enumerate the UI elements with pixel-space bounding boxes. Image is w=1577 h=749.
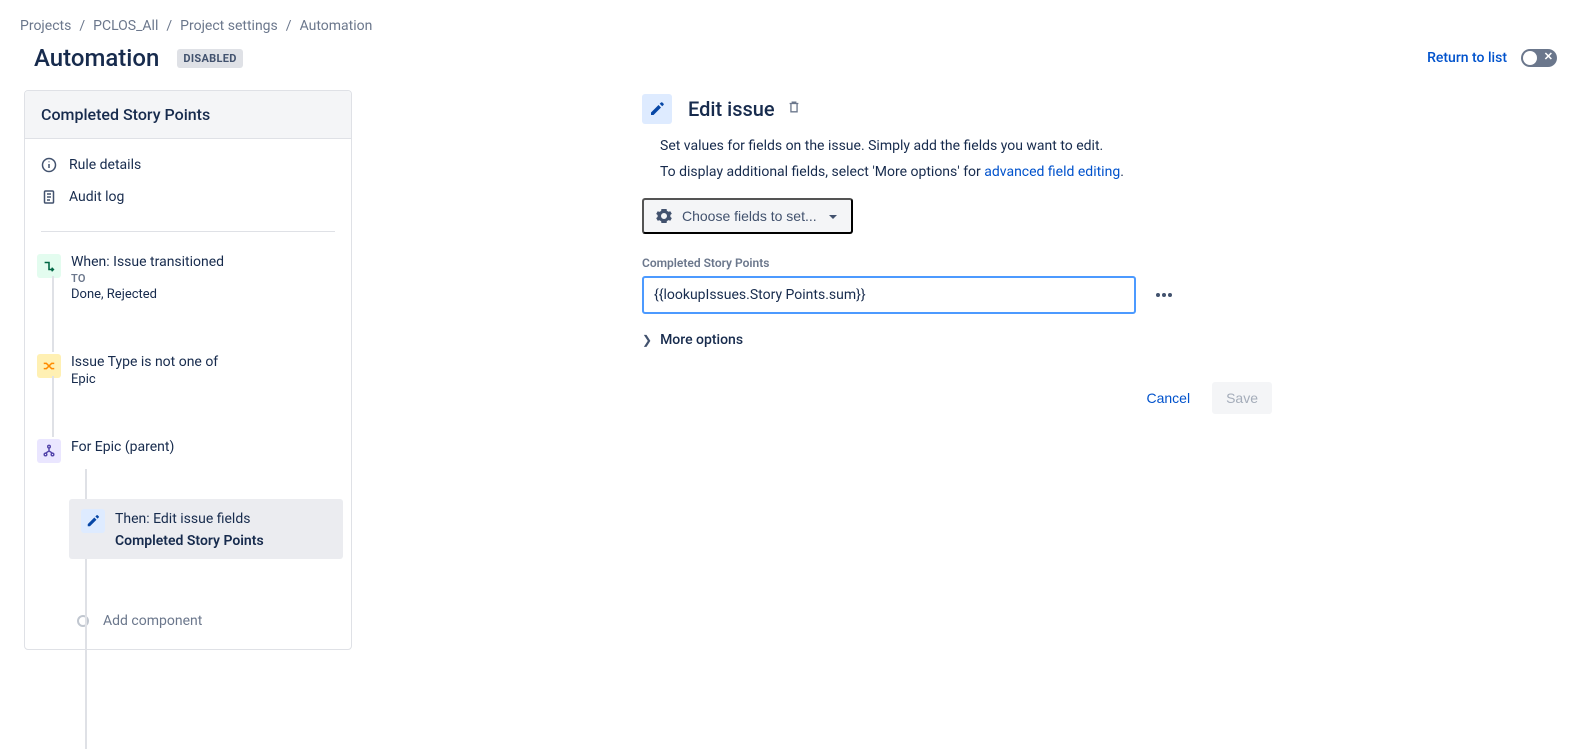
step-branch-title: For Epic (parent): [71, 439, 339, 455]
add-component-label: Add component: [103, 613, 202, 629]
component-detail-panel: Edit issue Set values for fields on the …: [642, 90, 1292, 414]
detail-description-1: Set values for fields on the issue. Simp…: [660, 138, 1292, 154]
field-completed-story-points: Completed Story Points: [642, 256, 1292, 314]
step-trigger-sublabel: TO: [71, 272, 339, 285]
field-more-menu[interactable]: [1150, 287, 1178, 303]
return-to-list-link[interactable]: Return to list: [1427, 50, 1507, 66]
nav-rule-details[interactable]: Rule details: [25, 149, 351, 181]
completed-story-points-input[interactable]: [642, 276, 1136, 314]
field-label: Completed Story Points: [642, 256, 1292, 270]
pencil-icon: [81, 509, 105, 533]
choose-fields-label: Choose fields to set...: [682, 208, 817, 224]
nav-audit-log-label: Audit log: [69, 189, 124, 205]
detail-title: Edit issue: [688, 97, 775, 121]
page-title: Automation: [34, 44, 159, 72]
save-button[interactable]: Save: [1212, 382, 1272, 414]
more-options-toggle[interactable]: ❯ More options: [642, 332, 1292, 348]
step-condition[interactable]: Issue Type is not one of Epic: [33, 346, 343, 393]
step-trigger-subtext: Done, Rejected: [71, 287, 339, 302]
breadcrumb-projects[interactable]: Projects: [20, 18, 71, 34]
delete-component-button[interactable]: [787, 100, 801, 118]
breadcrumb-automation[interactable]: Automation: [300, 18, 373, 34]
step-condition-subtext: Epic: [71, 372, 339, 387]
step-action-title: Then: Edit issue fields: [115, 511, 331, 527]
advanced-field-editing-link[interactable]: advanced field editing: [984, 164, 1120, 180]
shuffle-icon: [37, 354, 61, 378]
add-icon: [77, 615, 89, 627]
close-icon: ✕: [1544, 50, 1553, 63]
rule-sidebar: Completed Story Points Rule details Audi…: [24, 90, 352, 650]
page-header: Automation DISABLED Return to list ✕: [20, 44, 1557, 72]
breadcrumb: Projects / PCLOS_All / Project settings …: [20, 10, 1557, 44]
step-trigger[interactable]: When: Issue transitioned TO Done, Reject…: [33, 246, 343, 308]
cancel-button[interactable]: Cancel: [1136, 382, 1200, 414]
gear-icon: [656, 208, 672, 224]
breadcrumb-separator: /: [166, 18, 172, 34]
detail-description-2: To display additional fields, select 'Mo…: [660, 164, 1292, 180]
connector-line: [52, 276, 54, 352]
rule-enabled-toggle[interactable]: ✕: [1521, 49, 1557, 67]
breadcrumb-project-settings[interactable]: Project settings: [180, 18, 278, 34]
chevron-right-icon: ❯: [642, 333, 652, 347]
info-icon: [41, 157, 57, 173]
rule-name-header[interactable]: Completed Story Points: [25, 91, 351, 139]
document-icon: [41, 189, 57, 205]
nav-audit-log[interactable]: Audit log: [25, 181, 351, 213]
breadcrumb-separator: /: [286, 18, 292, 34]
divider: [41, 231, 335, 232]
pencil-icon: [642, 94, 672, 124]
nav-rule-details-label: Rule details: [69, 157, 141, 173]
step-trigger-title: When: Issue transitioned: [71, 254, 339, 270]
breadcrumb-separator: /: [79, 18, 85, 34]
choose-fields-button[interactable]: Choose fields to set...: [642, 198, 853, 234]
step-action-field: Completed Story Points: [115, 533, 331, 549]
status-badge: DISABLED: [177, 49, 242, 68]
breadcrumb-project[interactable]: PCLOS_All: [93, 18, 158, 34]
step-action-edit-issue[interactable]: Then: Edit issue fields Completed Story …: [69, 499, 343, 559]
add-component-button[interactable]: Add component: [77, 613, 343, 629]
chevron-down-icon: [827, 210, 839, 222]
branch-icon: [37, 439, 61, 463]
step-branch[interactable]: For Epic (parent): [33, 431, 343, 469]
connector-line: [52, 376, 54, 437]
transition-icon: [37, 254, 61, 278]
more-options-label: More options: [660, 332, 743, 348]
step-condition-title: Issue Type is not one of: [71, 354, 339, 370]
